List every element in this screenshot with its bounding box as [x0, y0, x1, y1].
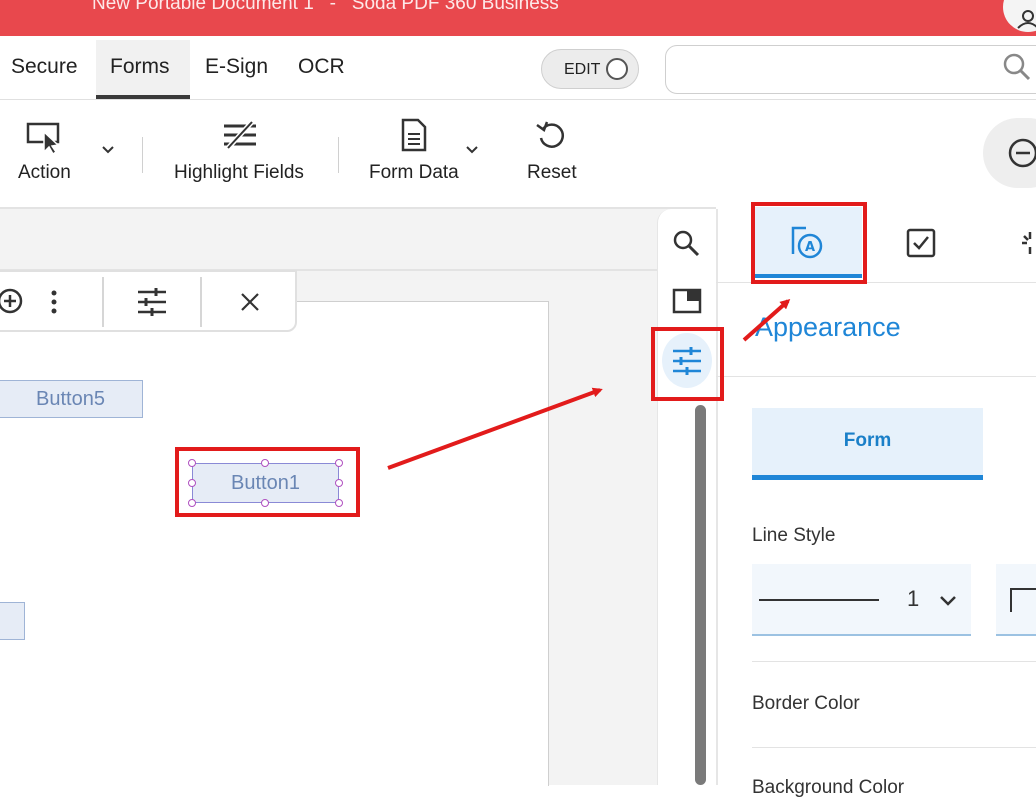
annotation-arrows: [387, 299, 791, 470]
annotation-arrow: [742, 299, 791, 342]
annotation-arrow: [387, 387, 603, 470]
